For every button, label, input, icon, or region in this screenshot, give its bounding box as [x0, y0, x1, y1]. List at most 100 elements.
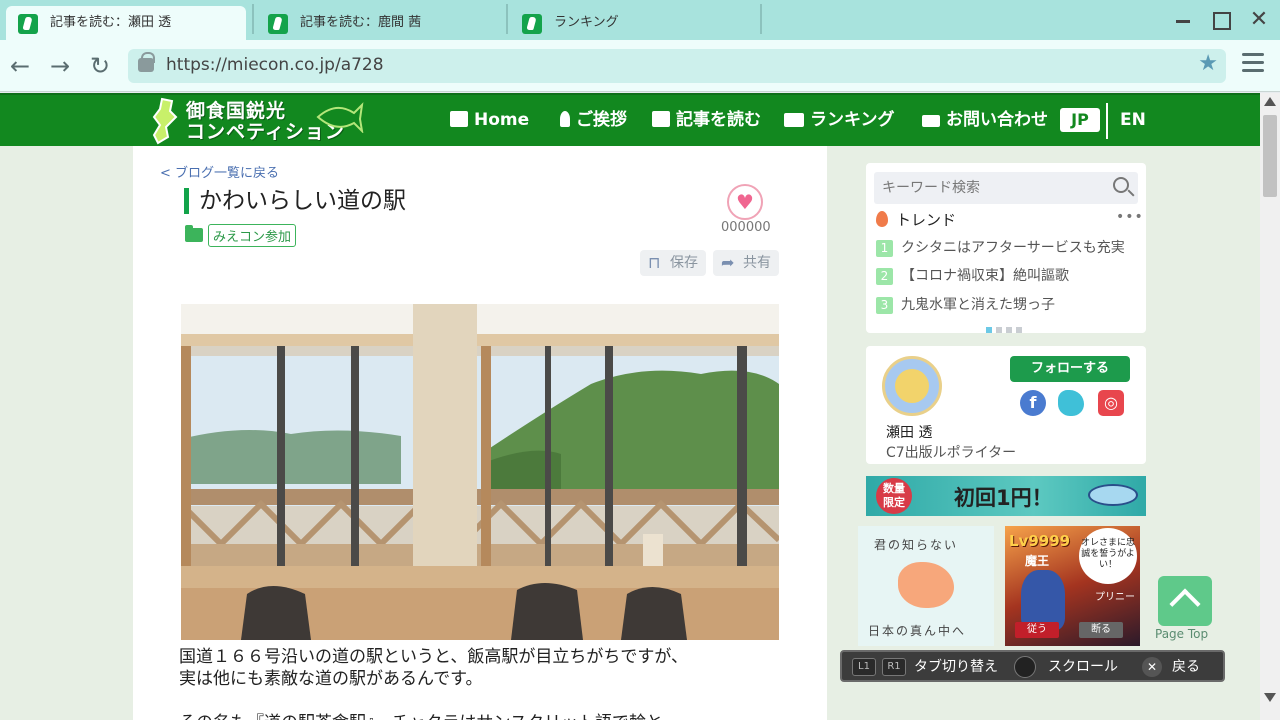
like-button[interactable]: ♥: [727, 184, 763, 220]
tab-divider: [760, 4, 762, 34]
flame-icon: [876, 211, 888, 227]
scroll-thumb[interactable]: [1263, 115, 1277, 197]
tab-divider: [506, 4, 508, 34]
tab-switch-label: タブ切り替え: [914, 659, 998, 675]
scroll-label: スクロール: [1048, 659, 1118, 675]
tab-label: ランキング: [554, 15, 619, 30]
heart-icon: ♥: [736, 190, 754, 214]
trend-heading: トレンド: [876, 209, 956, 230]
ad-banner[interactable]: 数量 限定 初回1円！: [866, 476, 1146, 516]
lang-jp-button[interactable]: JP: [1060, 108, 1100, 132]
site-logo[interactable]: 御食国鋭光 コンペティション: [148, 97, 368, 147]
trend-item[interactable]: 3 九鬼水軍と消えた甥っ子: [876, 294, 1055, 314]
lang-en-button[interactable]: EN: [1120, 95, 1146, 146]
site-favicon-icon: [18, 14, 38, 34]
category-tag[interactable]: みえコン参加: [208, 224, 297, 247]
tab-divider: [252, 4, 254, 34]
ad-game[interactable]: Lv9999 魔王 オレさまに忠誠を誓うがよい！ プリニー 従う 断る: [1005, 526, 1140, 646]
nav-ranking[interactable]: ランキング: [784, 95, 895, 146]
limited-badge: 数量 限定: [876, 478, 912, 514]
tab-ranking[interactable]: ランキング: [510, 6, 760, 40]
lang-divider: [1106, 103, 1108, 139]
ad-game-level: Lv9999: [1009, 532, 1071, 550]
url-text: https://miecon.co.jp/a728: [166, 55, 384, 75]
folder-icon: [185, 225, 203, 242]
close-icon[interactable]: ✕: [1244, 6, 1274, 34]
browser-menu-icon[interactable]: [1242, 53, 1264, 75]
back-arrow-icon[interactable]: ←: [6, 52, 34, 80]
search-icon[interactable]: [1113, 177, 1129, 193]
article-photo: [181, 304, 779, 640]
person-icon: [560, 111, 570, 127]
ad-banner-text: 初回1円！: [954, 486, 1053, 510]
site-header: 御食国鋭光 コンペティション Home ご挨拶 記事を読む ランキング お問い合…: [0, 93, 1260, 146]
more-dots-icon[interactable]: •••: [1116, 209, 1144, 225]
browser-tabbar: 記事を読む：瀬田 透 記事を読む：鹿間 茜 ランキング ✕: [0, 0, 1280, 40]
lock-icon: [138, 52, 155, 72]
follow-button[interactable]: フォローする: [1010, 356, 1130, 382]
dpad-icon: [1014, 656, 1036, 678]
controller-hint-bar: L1 R1 タブ切り替え スクロール ✕ 戻る: [840, 650, 1225, 682]
nav-home[interactable]: Home: [450, 95, 529, 146]
page-scrollbar[interactable]: [1260, 93, 1280, 720]
fish-illustration-icon: [1088, 484, 1138, 506]
back-to-blog-link[interactable]: < ブログ一覧に戻る: [160, 162, 279, 181]
site-favicon-icon: [522, 14, 542, 34]
ad-map-caption: 日本の真ん中へ: [868, 624, 967, 638]
share-button[interactable]: ➦ 共有: [713, 250, 779, 276]
l1-button-icon: L1: [852, 658, 876, 676]
author-profile-card: 瀬田 透 C7出版ルポライター フォローする f ◎: [866, 346, 1146, 464]
scroll-down-icon[interactable]: [1264, 693, 1276, 702]
tab-article-shikama[interactable]: 記事を読む：鹿間 茜: [256, 6, 506, 40]
ad-game-title: 魔王: [1025, 554, 1050, 568]
twitter-bird-icon[interactable]: [1058, 390, 1084, 416]
site-favicon-icon: [268, 14, 288, 34]
ad-japan-center[interactable]: 君の知らない 日本の真ん中へ: [858, 526, 994, 646]
back-label: 戻る: [1172, 659, 1200, 675]
mail-icon: [922, 115, 940, 127]
mie-map-logo-icon: [152, 97, 178, 145]
facebook-icon[interactable]: f: [1020, 390, 1046, 416]
bookmark-icon: ⊓: [648, 253, 661, 272]
author-name[interactable]: 瀬田 透: [886, 422, 932, 442]
nav-greeting[interactable]: ご挨拶: [560, 95, 627, 146]
nav-contact[interactable]: お問い合わせ: [922, 95, 1048, 146]
page-top-label[interactable]: Page Top: [1155, 627, 1208, 641]
ad-refuse-button[interactable]: 断る: [1079, 622, 1123, 638]
tab-article-seta[interactable]: 記事を読む：瀬田 透: [6, 6, 246, 40]
fish-logo-icon: [316, 102, 364, 133]
carousel-dots[interactable]: [986, 318, 1026, 337]
bookmark-star-icon[interactable]: ★: [1198, 51, 1218, 76]
character-illustration-icon: [1021, 570, 1065, 630]
home-icon: [450, 111, 468, 127]
tab-label: 記事を読む：瀬田 透: [50, 15, 172, 30]
minimize-icon[interactable]: [1168, 6, 1198, 34]
author-role: C7出版ルポライター: [886, 445, 1017, 461]
nav-read-articles[interactable]: 記事を読む: [652, 95, 761, 146]
search-trend-card: トレンド ••• 1クシタニはアフターサービスも充実 2【コロナ禍収束】絶叫謳歌…: [866, 163, 1146, 333]
ad-map-caption: 君の知らない: [874, 538, 959, 552]
r1-button-icon: R1: [882, 658, 906, 676]
share-icon: ➦: [721, 253, 735, 272]
article-body: 国道１６６号沿いの道の駅というと、飯高駅が目立ちがちですが、 実は他にも素敵な道…: [179, 647, 688, 720]
trend-item[interactable]: 2 【コロナ禍収束】絶叫謳歌: [876, 265, 1069, 285]
cross-button-icon: ✕: [1142, 657, 1162, 677]
instagram-icon[interactable]: ◎: [1098, 390, 1124, 416]
map-region-icon: [898, 562, 954, 608]
book-icon: [652, 111, 670, 127]
ad-obey-button[interactable]: 従う: [1015, 622, 1059, 638]
crown-icon: [784, 113, 804, 127]
trend-item[interactable]: 1 クシタニはアフターサービスも充実: [876, 237, 1125, 257]
maximize-icon[interactable]: [1205, 6, 1235, 34]
forward-arrow-icon[interactable]: →: [46, 52, 74, 80]
ad-game-speech: オレさまに忠誠を誓うがよい！: [1079, 528, 1137, 584]
like-count: 000000: [721, 220, 771, 235]
page-top-button[interactable]: [1158, 576, 1212, 626]
address-bar-row: ← → ↻ https://miecon.co.jp/a728 ★: [0, 40, 1280, 92]
reload-icon[interactable]: ↻: [86, 52, 114, 80]
avatar[interactable]: [882, 356, 942, 416]
scroll-up-icon[interactable]: [1264, 97, 1276, 106]
url-field[interactable]: https://miecon.co.jp/a728 ★: [128, 49, 1226, 83]
keyword-search-input[interactable]: [874, 172, 1138, 204]
save-button[interactable]: ⊓ 保存: [640, 250, 706, 276]
